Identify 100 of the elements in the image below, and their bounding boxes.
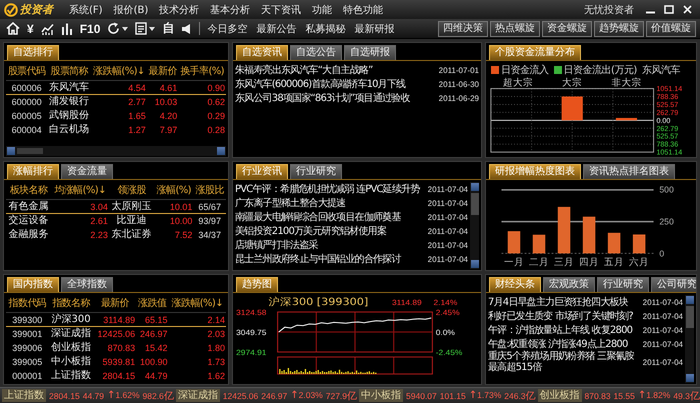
- scrollbar[interactable]: [470, 182, 479, 269]
- category-label: 三月: [554, 256, 574, 268]
- table-row[interactable]: 有色金属 3.04 太原刚玉 10.01 65/67: [6, 200, 226, 214]
- tab[interactable]: 资金流量: [61, 164, 113, 179]
- menu-item[interactable]: 天下资讯: [261, 2, 302, 16]
- table-cell-text: 1.80: [206, 342, 226, 354]
- column-header: 股票简称: [47, 63, 92, 80]
- menu-item[interactable]: 技术分析: [159, 2, 200, 16]
- news-headline[interactable]: 广东离子型稀土整合大提速: [235, 198, 425, 208]
- tab[interactable]: 自选资讯: [236, 45, 288, 60]
- tab[interactable]: 自选公告: [290, 45, 342, 60]
- table-cell-text: 600004: [10, 124, 43, 136]
- line-chart-icon[interactable]: [40, 22, 54, 34]
- caret-icon[interactable]: [122, 26, 128, 30]
- table-row[interactable]: 399001 深证成指 12425.06 246.97 2.03: [6, 326, 226, 340]
- table-row[interactable]: 600006 东风汽车 4.54 4.61 0.90: [6, 80, 226, 94]
- tab[interactable]: 自选排行: [7, 45, 59, 60]
- news-headline[interactable]: 东风公司38项国家“863计划”项目通过验收: [235, 92, 436, 104]
- table-row[interactable]: 000001 上证指数 2804.15 44.79 1.62: [6, 368, 226, 382]
- close-icon[interactable]: [683, 5, 692, 14]
- menu-item[interactable]: 系统(F): [69, 2, 103, 16]
- tab[interactable]: 资讯热点排名图表: [583, 164, 675, 179]
- tab[interactable]: 涨幅排行: [7, 164, 59, 179]
- column-header: 指数代码: [6, 295, 49, 312]
- tab[interactable]: 趋势图: [236, 277, 278, 292]
- column-header: 股票代码: [6, 63, 48, 80]
- toolbar-link[interactable]: 今日多空: [207, 22, 248, 36]
- table-cell: 10.00: [154, 214, 194, 228]
- tab[interactable]: 财经头条: [489, 277, 541, 292]
- scrollbar[interactable]: [685, 295, 694, 383]
- news-date: 2011-07-04: [428, 226, 468, 236]
- tab[interactable]: 自选研报: [344, 45, 396, 60]
- caret-icon[interactable]: [149, 26, 156, 30]
- tab[interactable]: 宏观政策: [543, 277, 595, 292]
- table-cell-text: 399005: [11, 356, 44, 368]
- column-header: 涨跌幅(%)↓: [91, 63, 147, 80]
- toolbar-button[interactable]: F10: [80, 22, 100, 36]
- news-date: 2011-07-04: [642, 326, 683, 334]
- news-headline[interactable]: 7月4日早盘主力巨资狂抢四大板块: [488, 296, 640, 308]
- tab[interactable]: 行业资讯: [236, 164, 288, 179]
- toolbar-button[interactable]: 趋势螺旋: [594, 20, 644, 36]
- refresh-icon[interactable]: [107, 22, 120, 35]
- news-headline[interactable]: 朱福寿亮出东风汽车“大自主战略”: [235, 64, 436, 76]
- toolbar-button[interactable]: ¥: [27, 22, 34, 36]
- table-row[interactable]: 399300 沪深300 3114.89 65.15 2.14: [6, 312, 226, 326]
- table-cell-text: 000001: [11, 370, 44, 382]
- news-headline[interactable]: 昆士兰州政府终止与中国铝业的合作探讨: [235, 254, 425, 264]
- tab[interactable]: 全球指数: [61, 277, 113, 292]
- scrollbar[interactable]: [6, 146, 226, 156]
- index-value: ↑1.82%: [638, 390, 670, 401]
- news-headline[interactable]: 午盘:权重领涨 沪指涨49点上2800: [488, 338, 640, 350]
- news-date: 2011-07-04: [642, 358, 683, 366]
- toolbar-button[interactable]: 四维决策: [438, 20, 488, 36]
- table-cell: 东风汽车: [47, 80, 92, 94]
- menu-item[interactable]: 功能: [312, 2, 332, 16]
- menu-item[interactable]: 特色功能: [343, 2, 384, 16]
- speaker-icon[interactable]: [181, 22, 192, 34]
- table-row[interactable]: 600000 浦发银行 2.77 10.03 0.62: [6, 94, 226, 108]
- table-cell-text: 44.79: [144, 370, 169, 382]
- table-cell: 65/67: [193, 200, 226, 214]
- toolbar-button[interactable]: 自: [162, 20, 174, 37]
- document-icon[interactable]: [135, 22, 148, 35]
- index-value: 101.15: [440, 390, 466, 400]
- house-icon[interactable]: [6, 22, 20, 35]
- table-row[interactable]: 399006 创业板指 870.83 15.42 1.80: [6, 340, 226, 354]
- bar: [508, 231, 520, 254]
- news-headline[interactable]: 利好已发生质变 市场到了关键时刻?: [488, 310, 640, 322]
- index-value: 870.83: [584, 390, 611, 400]
- table-row[interactable]: 交运设备 2.61 比亚迪 10.00 93/97: [6, 214, 226, 228]
- news-headline[interactable]: 美铝投资2100万美元研究铝材使用案: [235, 226, 425, 236]
- toolbar-link[interactable]: 最新研报: [354, 22, 394, 36]
- news-headline[interactable]: 店塘镇严打非法盗采: [235, 240, 425, 250]
- tab[interactable]: 行业研究: [597, 277, 649, 292]
- table-cell: 沪深300: [48, 312, 94, 326]
- bar-chart-icon[interactable]: [60, 22, 73, 34]
- news-headline[interactable]: 南疆最大电解铜综合回收项目在伽师奠基: [235, 212, 425, 222]
- tab[interactable]: 个股资金流量分布: [489, 45, 581, 60]
- menu-item[interactable]: 报价(B): [114, 2, 148, 16]
- news-headline[interactable]: PVC午评：希腊危机担忧减弱 连PVC延续升势: [235, 184, 425, 194]
- maximize-icon[interactable]: [664, 5, 674, 14]
- tab[interactable]: 行业研究: [290, 164, 342, 179]
- menu-item[interactable]: 基本分析: [210, 2, 250, 16]
- toolbar-link[interactable]: 私募揭秘: [305, 22, 346, 36]
- column-header: 最新价: [94, 295, 136, 312]
- index-value: 246.3亿: [504, 390, 536, 402]
- table-row[interactable]: 600004 白云机场 1.27 7.97 0.28: [6, 122, 226, 136]
- table-row[interactable]: 399005 中小板指 5939.81 100.90 1.73: [6, 354, 226, 368]
- news-headline[interactable]: 重庆5个养殖场用奶粉养猪 三聚氰胺最高超515倍: [488, 351, 640, 373]
- tab[interactable]: 研报增幅热度图表: [489, 164, 581, 179]
- table-row[interactable]: 600005 武钢股份 1.65 4.20 0.29: [6, 108, 226, 122]
- table-row[interactable]: 金融服务 2.23 东北证券 7.52 34/37: [6, 228, 226, 242]
- table-cell: 65.15: [136, 312, 169, 326]
- index-value: ↑2.03%: [290, 390, 323, 401]
- toolbar-link[interactable]: 最新公告: [256, 22, 296, 36]
- toolbar-button[interactable]: 热点螺旋: [490, 20, 540, 36]
- tab[interactable]: 国内指数: [7, 277, 59, 292]
- toolbar-button[interactable]: 价值螺旋: [646, 20, 696, 36]
- news-headline[interactable]: 午评：沪指放量站上年线 收复2800: [488, 324, 640, 336]
- news-headline[interactable]: 东风汽车(600006)首款高端轿车10月下线: [235, 78, 436, 90]
- toolbar-button[interactable]: 资金螺旋: [542, 20, 592, 36]
